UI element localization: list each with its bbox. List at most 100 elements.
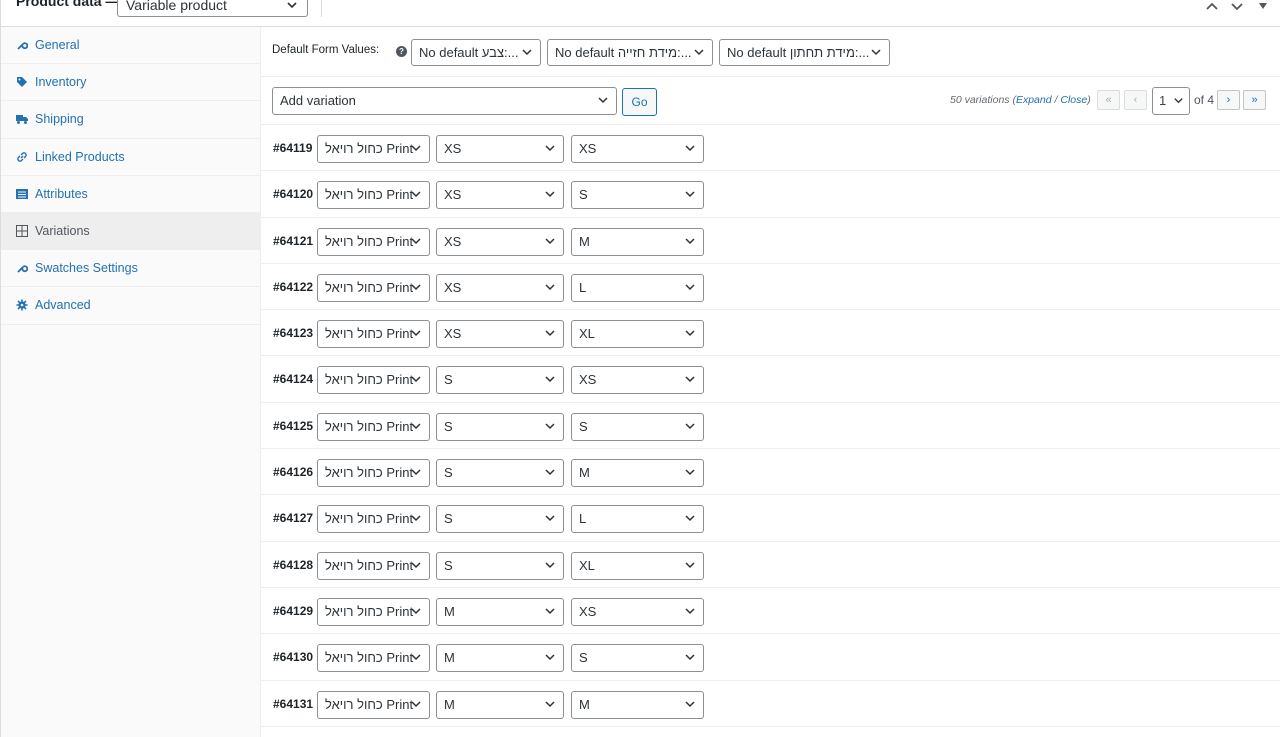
variation-row[interactable]: #64129 כחול רויאל Print M XS xyxy=(261,588,1280,635)
variation-bottom-size-select[interactable]: XS xyxy=(571,597,704,626)
variation-color-select[interactable]: כחול רויאל Print xyxy=(317,273,430,302)
variation-bottom-size-select[interactable]: L xyxy=(571,273,704,302)
variation-bottom-size-select[interactable]: M xyxy=(571,459,704,488)
chevron-up-icon[interactable] xyxy=(1204,0,1220,14)
variation-bottom-size-select[interactable]: M xyxy=(571,690,704,719)
sidebar-item-inventory[interactable]: Inventory xyxy=(1,64,260,102)
next-page-button[interactable]: › xyxy=(1217,90,1240,110)
sidebar-item-advanced[interactable]: Advanced xyxy=(1,287,260,325)
variations-toolbar: Add variation Go 50 variations (Expand /… xyxy=(261,77,1280,125)
variation-bra-size-value: XS xyxy=(444,279,462,295)
variation-bra-size-select[interactable]: XS xyxy=(436,135,564,163)
sidebar-item-shipping[interactable]: Shipping xyxy=(1,101,260,139)
default-bra-size-select[interactable]: No default מידת חזייה:... xyxy=(547,39,713,66)
variation-row[interactable]: #64123 כחול רויאל Print XS XL xyxy=(261,310,1280,357)
variation-color-select[interactable]: כחול רויאל Print xyxy=(317,644,430,673)
add-variation-value: Add variation xyxy=(280,93,356,108)
variation-bottom-size-select[interactable]: L xyxy=(571,505,704,534)
variation-row[interactable]: #64124 כחול רויאל Print S XS xyxy=(261,356,1280,403)
chevron-down-icon xyxy=(545,562,555,568)
chevron-down-icon xyxy=(545,284,555,290)
variation-color-value: כחול רויאל Print xyxy=(325,187,414,203)
variation-row[interactable]: #64130 כחול רויאל Print M S xyxy=(261,634,1280,681)
close-link[interactable]: Close xyxy=(1060,94,1087,106)
go-button[interactable]: Go xyxy=(622,88,657,116)
variation-color-select[interactable]: כחול רויאל Print xyxy=(317,366,430,395)
variation-bottom-size-select[interactable]: S xyxy=(571,181,704,210)
variation-row[interactable]: #64131 כחול רויאל Print M M xyxy=(261,681,1280,727)
variation-bottom-size-select[interactable]: S xyxy=(571,412,704,441)
default-bottom-size-select[interactable]: No default מידת תחתון:... xyxy=(719,39,890,66)
first-page-button[interactable]: « xyxy=(1097,90,1120,110)
help-icon[interactable]: ? xyxy=(396,46,407,57)
variation-bra-size-select[interactable]: XS xyxy=(436,181,564,210)
default-color-select[interactable]: No default צבע:... xyxy=(411,39,541,66)
page-select-value: 1 xyxy=(1159,93,1167,108)
variation-bottom-size-select[interactable]: XS xyxy=(571,135,704,163)
variation-bra-size-select[interactable]: S xyxy=(436,366,564,395)
header-divider xyxy=(321,0,322,17)
variation-bra-size-value: M xyxy=(444,603,455,619)
expand-link[interactable]: Expand xyxy=(1016,94,1052,106)
variation-bra-size-value: S xyxy=(444,511,453,527)
variation-bra-size-select[interactable]: M xyxy=(436,597,564,626)
variation-bottom-size-select[interactable]: M xyxy=(571,227,704,256)
last-page-button[interactable]: » xyxy=(1243,90,1266,110)
variation-bottom-size-select[interactable]: XS xyxy=(571,366,704,395)
chevron-down-icon xyxy=(685,562,695,568)
variation-bra-size-select[interactable]: XS xyxy=(436,320,564,349)
chevron-down-icon xyxy=(411,469,421,476)
sidebar-item-variations[interactable]: Variations xyxy=(1,212,260,251)
variation-bottom-size-value: XS xyxy=(579,372,597,388)
variation-row[interactable]: #64122 כחול רויאל Print XS L xyxy=(261,264,1280,311)
variation-row[interactable]: #64128 כחול רויאל Print S XL xyxy=(261,542,1280,588)
variation-color-select[interactable]: כחול רויאל Print xyxy=(317,227,430,256)
chevron-down-icon xyxy=(411,145,421,152)
variation-bottom-size-select[interactable]: XL xyxy=(571,320,704,349)
variation-color-select[interactable]: כחול רויאל Print xyxy=(317,320,430,349)
sidebar-item-attributes[interactable]: Attributes xyxy=(1,176,260,213)
variation-color-select[interactable]: כחול רויאל Print xyxy=(317,181,430,210)
add-variation-select[interactable]: Add variation xyxy=(272,87,617,115)
variation-row[interactable]: #64126 כחול רויאל Print S M xyxy=(261,449,1280,496)
collapse-triangle-icon[interactable] xyxy=(1255,0,1271,14)
variation-bottom-size-select[interactable]: S xyxy=(571,644,704,673)
chevron-down-icon xyxy=(411,423,421,429)
variation-bra-size-value: M xyxy=(444,696,455,712)
variation-color-value: כחול רויאל Print xyxy=(325,465,414,481)
variation-bra-size-select[interactable]: M xyxy=(436,690,564,719)
sidebar-item-linked-products[interactable]: Linked Products xyxy=(1,139,260,176)
variation-bra-size-select[interactable]: S xyxy=(436,412,564,441)
variation-row[interactable]: #64125 כחול רויאל Print S S xyxy=(261,403,1280,450)
sidebar-item-swatches-settings[interactable]: Swatches Settings xyxy=(1,250,260,288)
chevron-down-icon xyxy=(685,191,695,198)
variation-color-select[interactable]: כחול רויאל Print xyxy=(317,551,430,580)
product-type-select[interactable]: Variable product xyxy=(117,0,308,17)
variation-row[interactable]: #64121 כחול רויאל Print XS M xyxy=(261,218,1280,264)
prev-page-button[interactable]: ‹ xyxy=(1124,90,1147,110)
variation-row[interactable]: #64119 כחול רויאל Print XS XS xyxy=(261,125,1280,172)
variation-bottom-size-value: L xyxy=(579,279,587,295)
variation-color-select[interactable]: כחול רויאל Print xyxy=(317,135,430,163)
variation-color-select[interactable]: כחול רויאל Print xyxy=(317,597,430,626)
variation-row[interactable]: #64127 כחול רויאל Print S L xyxy=(261,495,1280,542)
page-select[interactable]: 1 xyxy=(1152,87,1190,115)
sidebar-item-general[interactable]: General xyxy=(1,27,260,65)
variation-bottom-size-select[interactable]: XL xyxy=(571,551,704,580)
chevron-down-icon xyxy=(411,376,421,383)
chevron-down-icon xyxy=(545,608,555,615)
variation-bra-size-select[interactable]: M xyxy=(436,644,564,673)
variation-color-value: כחול רויאל Print xyxy=(325,650,414,666)
variation-color-select[interactable]: כחול רויאל Print xyxy=(317,459,430,488)
variation-row[interactable]: #64120 כחול רויאל Print XS S xyxy=(261,171,1280,218)
chevron-down-icon[interactable] xyxy=(1229,0,1245,14)
variation-color-select[interactable]: כחול רויאל Print xyxy=(317,412,430,441)
variation-bra-size-select[interactable]: XS xyxy=(436,273,564,302)
variation-bra-size-select[interactable]: S xyxy=(436,551,564,580)
variation-bra-size-select[interactable]: S xyxy=(436,505,564,534)
variation-color-select[interactable]: כחול רויאל Print xyxy=(317,505,430,534)
variation-bra-size-select[interactable]: S xyxy=(436,459,564,488)
variation-bra-size-select[interactable]: XS xyxy=(436,227,564,256)
variation-id: #64120 xyxy=(273,187,314,202)
variation-color-select[interactable]: כחול רויאל Print xyxy=(317,690,430,719)
